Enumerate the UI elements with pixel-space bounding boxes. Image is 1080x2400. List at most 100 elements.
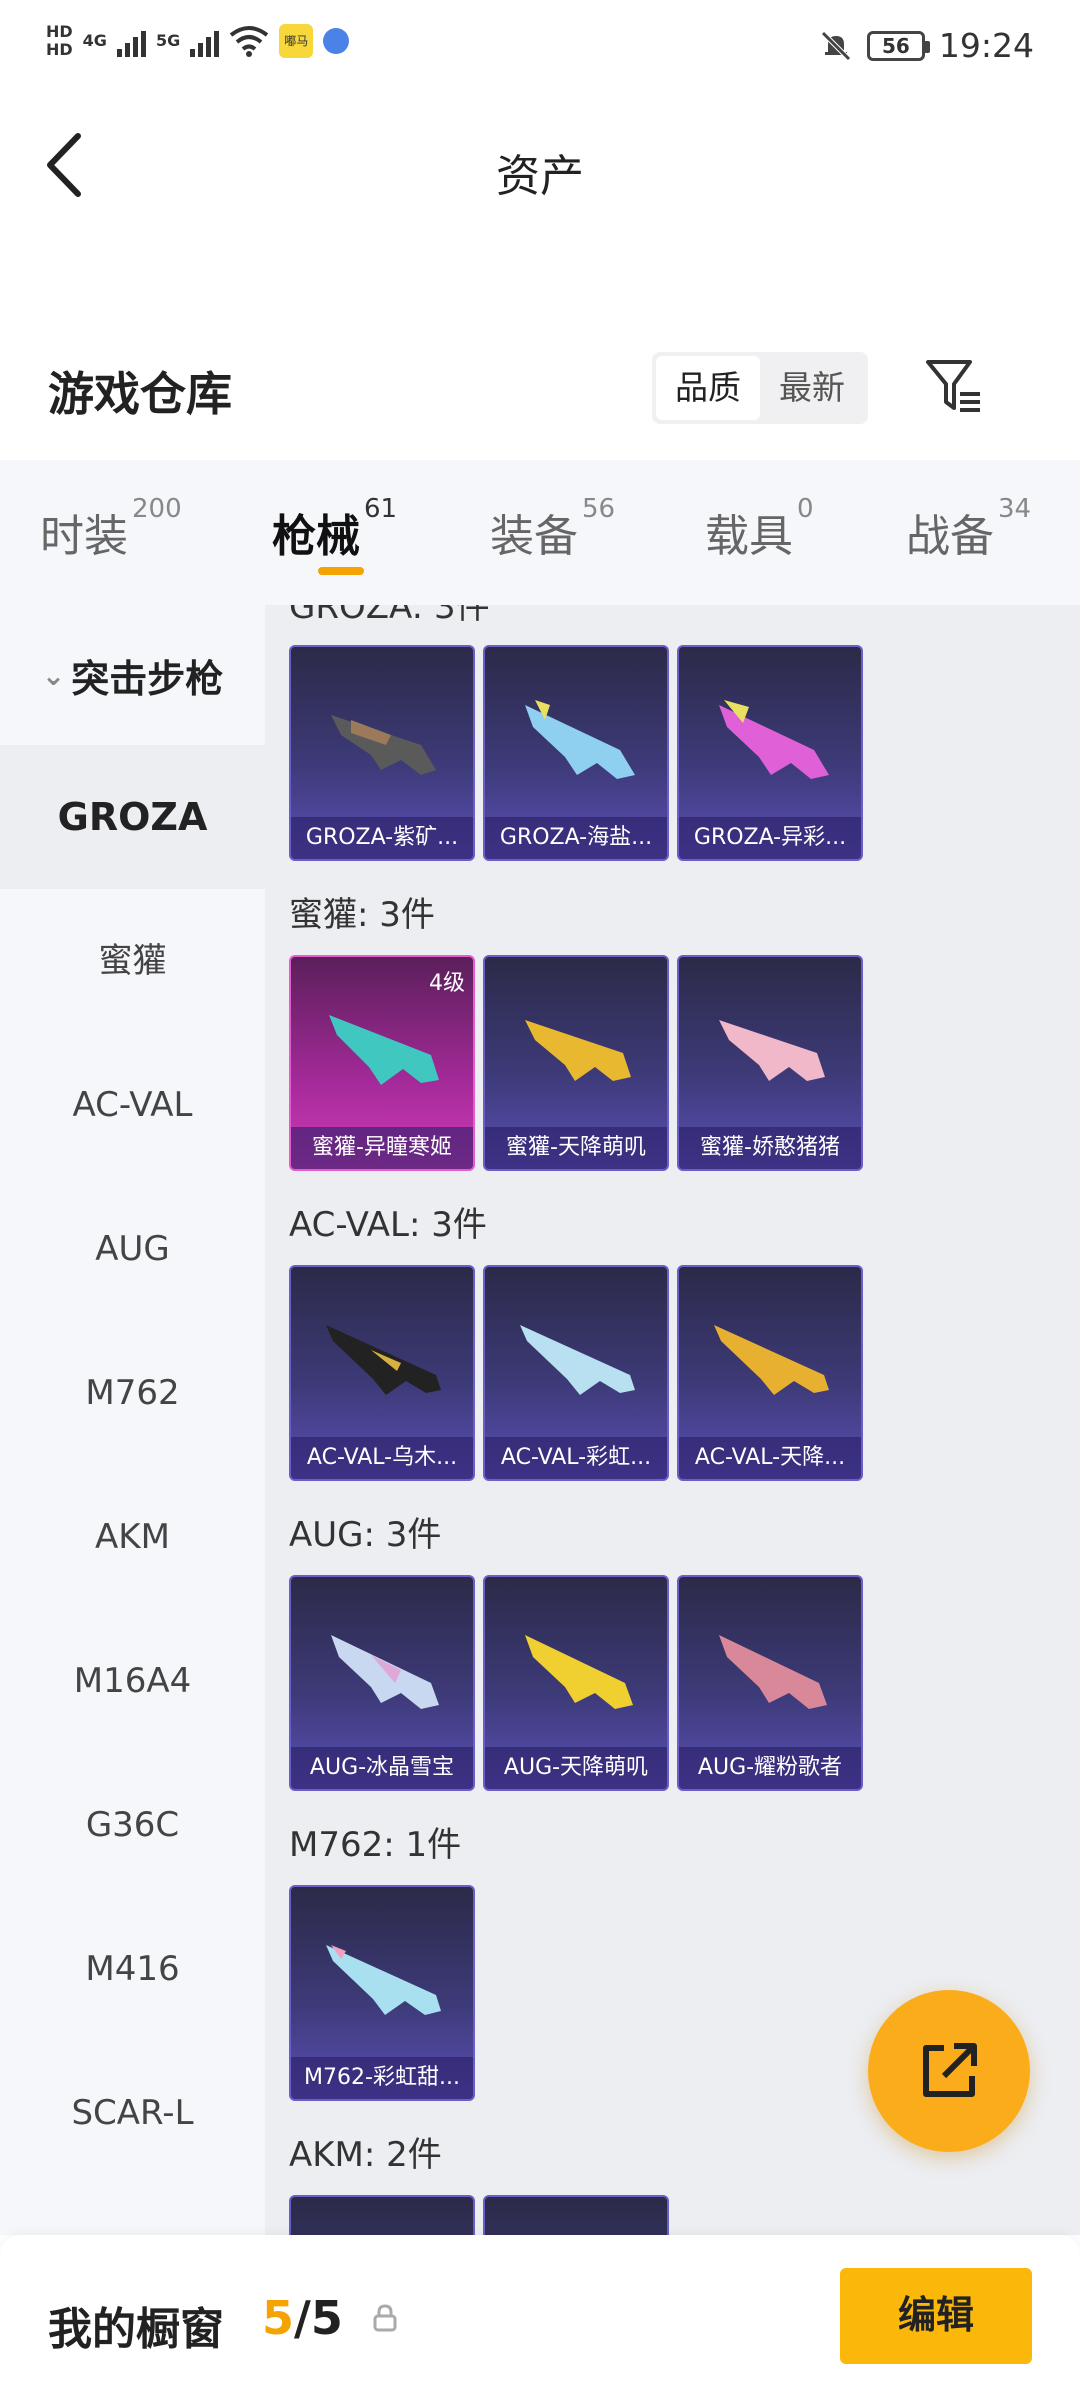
sidebar-item-acval[interactable]: AC-VAL — [0, 1033, 265, 1177]
sidebar-item-akm[interactable]: AKM — [0, 1465, 265, 1609]
filter-icon — [926, 360, 980, 412]
group-label: AKM: 2件 — [289, 2135, 442, 2175]
app-dot-icon — [323, 28, 350, 54]
showcase-separator: / — [294, 2291, 311, 2345]
lock-icon — [373, 2304, 397, 2332]
sidebar-item-m762[interactable]: M762 — [0, 1321, 265, 1465]
wifi-icon — [229, 26, 269, 57]
weapon-card[interactable]: AC-VAL-天降... — [677, 1265, 863, 1481]
hd-indicator: HD HD — [46, 24, 73, 58]
weapon-type-sidebar: ⌄ 突击步枪 GROZA 蜜獾 AC-VAL AUG M762 AKM M16A… — [0, 605, 265, 2235]
group-label: AC-VAL: 3件 — [289, 1205, 487, 1245]
weapon-name: AC-VAL-彩虹... — [485, 1437, 667, 1479]
weapon-card[interactable]: GROZA-紫矿... — [289, 645, 475, 861]
gun-image — [326, 1945, 441, 2015]
weapon-name: AUG-天降萌叽 — [485, 1747, 667, 1789]
gun-image — [719, 1020, 825, 1081]
mute-bell-icon — [821, 30, 851, 61]
showcase-total: 5 — [310, 2291, 343, 2345]
sidebar-item-aug[interactable]: AUG — [0, 1177, 265, 1321]
showcase-count: 5/5 — [262, 2291, 343, 2345]
tab-label: 战备 — [906, 511, 994, 562]
sidebar-item-g36c[interactable]: G36C — [0, 1753, 265, 1897]
tab-label: 枪械 — [272, 511, 360, 562]
tab-count: 34 — [998, 494, 1032, 524]
weapon-card[interactable]: M762-彩虹甜... — [289, 1885, 475, 2101]
status-right: 56 19:24 — [819, 26, 1034, 65]
weapon-card[interactable]: GROZA-异彩... — [677, 645, 863, 861]
signal-icon — [116, 25, 146, 57]
weapon-card[interactable]: GROZA-海盐... — [483, 645, 669, 861]
group-label: AUG: 3件 — [289, 1515, 442, 1555]
share-button[interactable] — [868, 1990, 1030, 2152]
sidebar-item-scarl[interactable]: SCAR-L — [0, 2041, 265, 2185]
weapon-card[interactable]: AUG-冰晶雪宝 — [289, 1575, 475, 1791]
hd2-label: HD — [46, 40, 73, 59]
sidebar-item-honeybadger[interactable]: 蜜獾 — [0, 889, 265, 1033]
weapon-name: GROZA-异彩... — [679, 817, 861, 859]
tab-vehicles[interactable]: 载具0 — [705, 494, 814, 564]
tab-label: 装备 — [490, 511, 578, 562]
network-4g-label: 4G — [82, 31, 107, 50]
sidebar-item-groza[interactable]: GROZA — [0, 745, 265, 889]
gun-image — [326, 1325, 441, 1395]
weapon-card[interactable] — [289, 2195, 475, 2235]
gun-image — [331, 715, 436, 775]
tab-count: 200 — [132, 494, 182, 524]
gun-image — [714, 1325, 829, 1395]
weapon-name: 蜜獾-天降萌叽 — [485, 1127, 667, 1169]
tab-supplies[interactable]: 战备34 — [906, 494, 1031, 564]
filter-button[interactable] — [924, 356, 984, 416]
tab-fashion[interactable]: 时装200 — [40, 494, 182, 564]
weapon-name: 蜜獾-异瞳寒姬 — [291, 1127, 473, 1169]
weapon-name: 蜜獾-娇憨猪猪 — [679, 1127, 861, 1169]
app-notification-icon: 嘟马 — [279, 24, 314, 58]
sidebar-category-label: 突击步枪 — [71, 656, 224, 701]
tab-equipment[interactable]: 装备56 — [490, 494, 615, 564]
weapon-name: AUG-耀粉歌者 — [679, 1747, 861, 1789]
network-5g-label: 5G — [155, 31, 181, 50]
sidebar-item-m416[interactable]: M416 — [0, 1897, 265, 2041]
showcase-title: 我的橱窗 — [48, 2304, 224, 2355]
weapon-card[interactable]: 4级 蜜獾-异瞳寒姬 — [289, 955, 475, 1171]
weapon-name: AC-VAL-天降... — [679, 1437, 861, 1479]
edit-button[interactable]: 编辑 — [840, 2268, 1032, 2364]
weapon-card[interactable]: AUG-耀粉歌者 — [677, 1575, 863, 1791]
weapon-card[interactable] — [483, 2195, 669, 2235]
weapon-name: GROZA-紫矿... — [291, 817, 473, 859]
tab-count: 56 — [582, 494, 616, 524]
hd1-label: HD — [46, 22, 73, 41]
weapon-card[interactable]: AC-VAL-乌木... — [289, 1265, 475, 1481]
nav-bar: 资产 — [0, 100, 1080, 240]
sort-quality-button[interactable]: 品质 — [656, 356, 760, 420]
tab-guns[interactable]: 枪械61 — [272, 494, 397, 564]
gun-image — [525, 700, 635, 779]
sidebar-item-m16a4[interactable]: M16A4 — [0, 1609, 265, 1753]
gun-image — [329, 1015, 439, 1085]
weapon-name: AC-VAL-乌木... — [291, 1437, 473, 1479]
tab-label: 载具 — [705, 511, 793, 562]
weapon-card[interactable]: 蜜獾-天降萌叽 — [483, 955, 669, 1171]
sort-newest-button[interactable]: 最新 — [760, 356, 864, 420]
sidebar-category-header[interactable]: ⌄ 突击步枪 — [0, 605, 265, 745]
clock: 19:24 — [938, 26, 1034, 65]
tab-label: 时装 — [40, 511, 128, 562]
status-left: HD HD 4G 5G 嘟马 — [46, 24, 350, 58]
tab-count: 61 — [364, 494, 398, 524]
weapon-card[interactable]: 蜜獾-娇憨猪猪 — [677, 955, 863, 1171]
group-label: M762: 1件 — [289, 1825, 462, 1865]
battery-icon: 56 — [866, 30, 930, 61]
group-label: 蜜獾: 3件 — [289, 895, 435, 935]
share-icon — [923, 2043, 977, 2097]
warehouse-title: 游戏仓库 — [48, 367, 232, 421]
gun-image — [525, 1020, 631, 1081]
tab-count: 0 — [797, 494, 814, 524]
weapon-name: M762-彩虹甜... — [291, 2057, 473, 2099]
sort-toggle: 品质 最新 — [652, 352, 868, 424]
gun-image — [719, 1635, 827, 1709]
status-bar: HD HD 4G 5G 嘟马 56 19:24 — [0, 0, 1080, 100]
weapon-card[interactable]: AC-VAL-彩虹... — [483, 1265, 669, 1481]
weapon-name: AUG-冰晶雪宝 — [291, 1747, 473, 1789]
gun-image — [719, 700, 829, 779]
weapon-card[interactable]: AUG-天降萌叽 — [483, 1575, 669, 1791]
